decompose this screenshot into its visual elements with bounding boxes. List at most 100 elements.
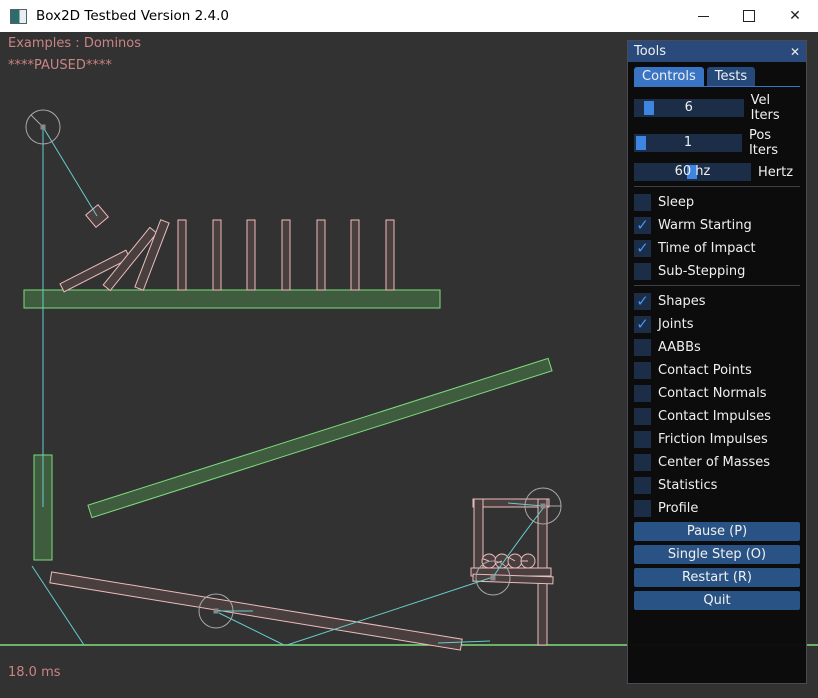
- panel-close-icon[interactable]: ✕: [790, 45, 800, 59]
- slider-section: 6 Vel Iters 1 Pos Iters 60 hz Hertz: [634, 93, 800, 181]
- slider-row-hertz: 60 hz Hertz: [634, 163, 800, 181]
- separator: [634, 285, 800, 286]
- checkbox-center-of-masses[interactable]: Center of Masses: [634, 453, 800, 471]
- draw-options-section: ✓ Shapes ✓ Joints AABBs Contact Points Contact…: [634, 292, 800, 517]
- slider-value: 1: [634, 134, 742, 152]
- domino-upright-6[interactable]: [351, 220, 359, 290]
- checkbox-label: Friction Impulses: [658, 432, 768, 447]
- paused-label: ****PAUSED****: [8, 58, 112, 73]
- checkbox-sub-stepping[interactable]: Sub-Stepping: [634, 262, 800, 280]
- slider-value: 60 hz: [634, 163, 751, 181]
- checkbox-label: Sleep: [658, 195, 694, 210]
- domino-upright-2[interactable]: [213, 220, 221, 290]
- slider-label: Hertz: [758, 165, 793, 180]
- restart-r-button[interactable]: Restart (R): [634, 568, 800, 587]
- checkbox-aabbs[interactable]: AABBs: [634, 338, 800, 356]
- app-window: Box2D Testbed Version 2.4.0 ✕ Examples :…: [0, 0, 818, 698]
- pause-p-button[interactable]: Pause (P): [634, 522, 800, 541]
- slider-label: Pos Iters: [749, 128, 800, 158]
- minimize-button[interactable]: [680, 0, 726, 32]
- tools-panel-title: Tools: [634, 44, 666, 59]
- tools-panel: Tools ✕ ControlsTests 6 Vel Iters 1 Pos Ite…: [627, 40, 807, 684]
- checkbox-label: Statistics: [658, 478, 717, 493]
- slider-label: Vel Iters: [751, 93, 800, 123]
- single-step-o-button[interactable]: Single Step (O): [634, 545, 800, 564]
- pendulum-rope-diagonal: [43, 127, 97, 216]
- slider-vel-iters[interactable]: 6: [634, 99, 744, 117]
- domino-upright-4[interactable]: [282, 220, 290, 290]
- check-icon: ✓: [636, 294, 649, 309]
- checkbox-joints[interactable]: ✓ Joints: [634, 315, 800, 333]
- checkbox-label: Sub-Stepping: [658, 264, 745, 279]
- close-icon: ✕: [789, 9, 801, 23]
- checkbox-label: Center of Masses: [658, 455, 770, 470]
- checkbox-box: [634, 477, 651, 494]
- joint-anchor: [491, 576, 496, 581]
- checkbox-contact-impulses[interactable]: Contact Impulses: [634, 407, 800, 425]
- checkbox-profile[interactable]: Profile: [634, 499, 800, 517]
- joint-anchor: [214, 609, 219, 614]
- minimize-icon: [698, 16, 709, 17]
- checkbox-box: [634, 339, 651, 356]
- check-icon: ✓: [636, 317, 649, 332]
- checkbox-box: [634, 194, 651, 211]
- window-controls: ✕: [680, 0, 818, 32]
- checkbox-box: [634, 431, 651, 448]
- slider-row-vel-iters: 6 Vel Iters: [634, 93, 800, 123]
- joint-anchor: [541, 504, 546, 509]
- tilted-plank[interactable]: [50, 572, 462, 650]
- checkbox-sleep[interactable]: Sleep: [634, 193, 800, 211]
- example-label: Examples : Dominos: [8, 36, 141, 51]
- checkbox-label: Contact Points: [658, 363, 752, 378]
- green-ramp: [88, 358, 552, 517]
- quit-button[interactable]: Quit: [634, 591, 800, 610]
- checkbox-box: [634, 385, 651, 402]
- app-icon: [10, 9, 27, 24]
- tab-bar: ControlsTests: [634, 67, 800, 87]
- checkbox-contact-normals[interactable]: Contact Normals: [634, 384, 800, 402]
- checkbox-box: [634, 263, 651, 280]
- slider-pos-iters[interactable]: 1: [634, 134, 742, 152]
- separator: [634, 186, 800, 187]
- checkbox-warm-starting[interactable]: ✓Warm Starting: [634, 216, 800, 234]
- maximize-icon: [743, 10, 755, 22]
- domino-upright-7[interactable]: [386, 220, 394, 290]
- sim-options-section: Sleep ✓Warm Starting ✓Time of Impact Sub-St…: [634, 193, 800, 280]
- checkbox-box: [634, 408, 651, 425]
- slider-value: 6: [634, 99, 744, 117]
- maximize-button[interactable]: [726, 0, 772, 32]
- checkbox-label: Joints: [658, 317, 694, 332]
- checkbox-box: ✓: [634, 293, 651, 310]
- simulation-canvas[interactable]: Examples : Dominos ****PAUSED**** 18.0 m…: [0, 32, 818, 698]
- domino-upright-3[interactable]: [247, 220, 255, 290]
- tab-controls[interactable]: Controls: [634, 67, 704, 86]
- checkbox-contact-points[interactable]: Contact Points: [634, 361, 800, 379]
- checkbox-label: Shapes: [658, 294, 705, 309]
- window-title: Box2D Testbed Version 2.4.0: [36, 8, 229, 24]
- domino-upright-5[interactable]: [317, 220, 325, 290]
- checkbox-box: ✓: [634, 217, 651, 234]
- checkbox-time-of-impact[interactable]: ✓Time of Impact: [634, 239, 800, 257]
- checkbox-box: ✓: [634, 240, 651, 257]
- checkbox-box: [634, 500, 651, 517]
- joint-anchor: [41, 125, 46, 130]
- green-shelf: [24, 290, 440, 308]
- checkbox-label: AABBs: [658, 340, 701, 355]
- action-buttons-section: Pause (P) Single Step (O) Restart (R) Quit: [634, 522, 800, 610]
- close-button[interactable]: ✕: [772, 0, 818, 32]
- slider-hertz[interactable]: 60 hz: [634, 163, 751, 181]
- checkbox-statistics[interactable]: Statistics: [634, 476, 800, 494]
- checkbox-label: Contact Impulses: [658, 409, 771, 424]
- titlebar[interactable]: Box2D Testbed Version 2.4.0 ✕: [0, 0, 818, 32]
- slider-row-pos-iters: 1 Pos Iters: [634, 128, 800, 158]
- checkbox-box: [634, 362, 651, 379]
- checkbox-box: ✓: [634, 316, 651, 333]
- tools-panel-body: ControlsTests 6 Vel Iters 1 Pos Iters 60 hz H…: [628, 62, 806, 610]
- tools-panel-header[interactable]: Tools ✕: [628, 41, 806, 62]
- tab-tests[interactable]: Tests: [707, 67, 755, 86]
- domino-upright-1[interactable]: [178, 220, 186, 290]
- check-icon: ✓: [636, 241, 649, 256]
- checkbox-label: Contact Normals: [658, 386, 767, 401]
- checkbox-friction-impulses[interactable]: Friction Impulses: [634, 430, 800, 448]
- checkbox-shapes[interactable]: ✓ Shapes: [634, 292, 800, 310]
